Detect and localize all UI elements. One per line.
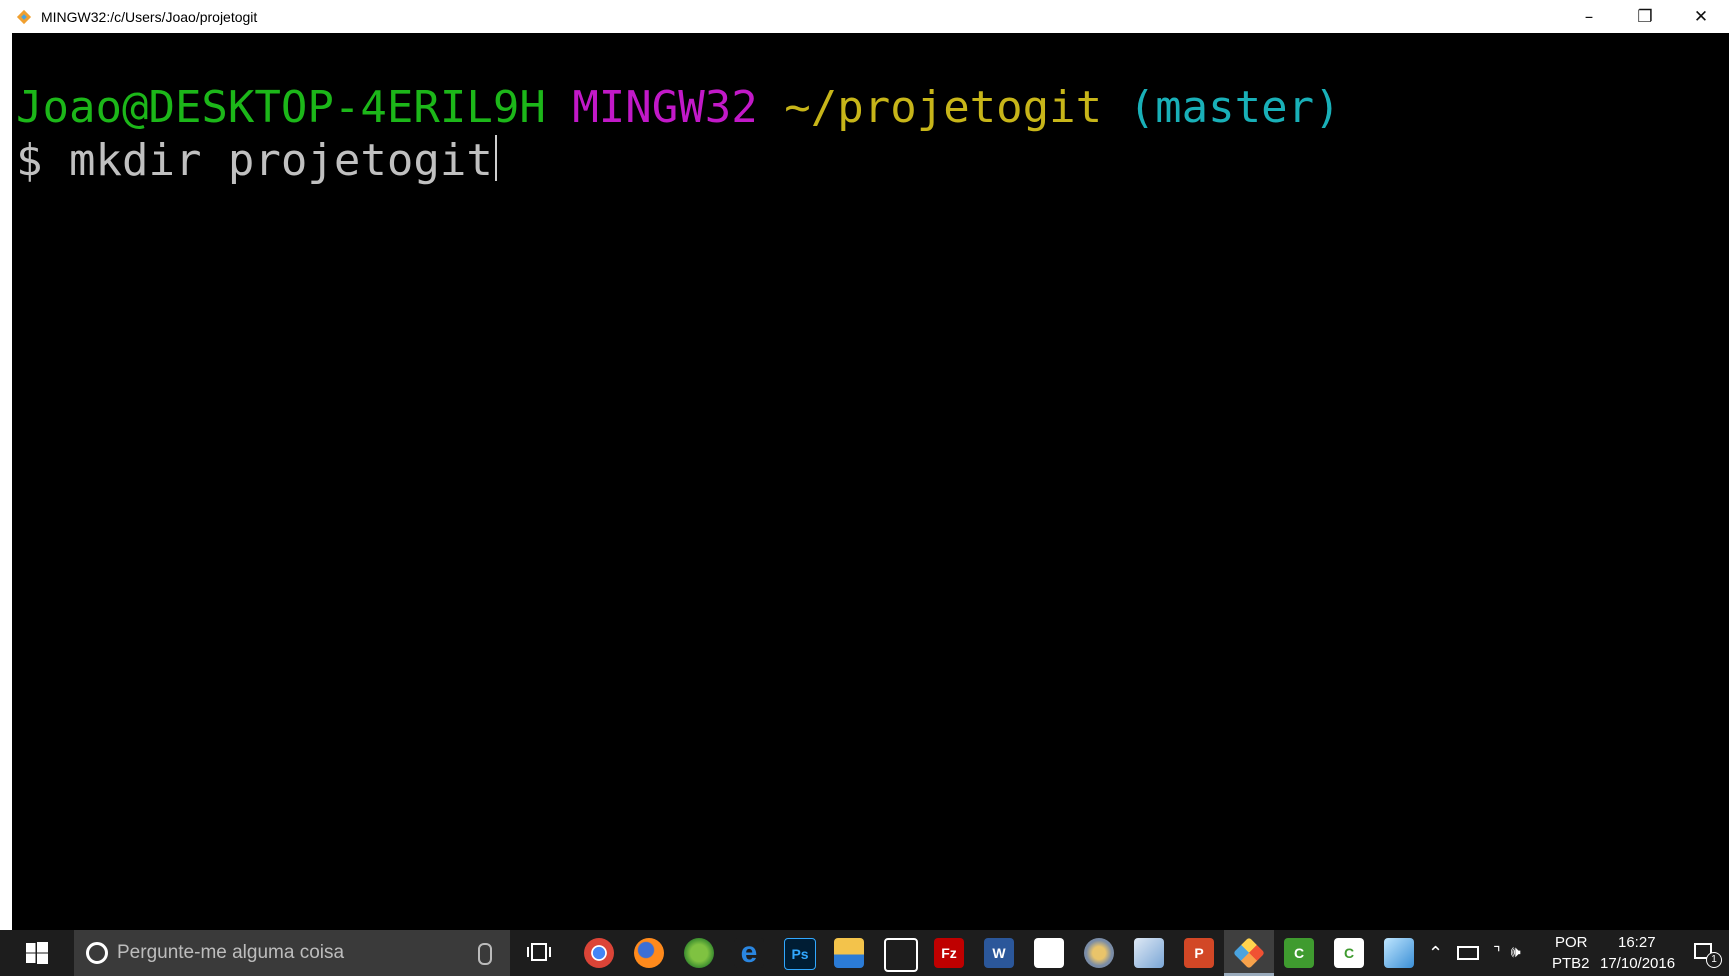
search-box[interactable]: Pergunte-me alguma coisa <box>74 930 510 976</box>
language-indicator[interactable]: POR <box>1555 934 1588 951</box>
prompt-path: ~/projetogit <box>784 82 1103 133</box>
clock-date[interactable]: 17/10/2016 <box>1600 955 1675 972</box>
battery-icon[interactable] <box>1457 946 1480 960</box>
window-title: MINGW32:/c/Users/Joao/projetogit <box>41 8 258 25</box>
firefox-icon[interactable] <box>634 938 664 968</box>
window-title-bar[interactable]: MINGW32:/c/Users/Joao/projetogit – ❐ ✕ <box>0 0 1729 33</box>
prompt-line: Joao@DESKTOP-4ERIL9H MINGW32 ~/projetogi… <box>16 81 1341 134</box>
command-text: mkdir projetogit <box>68 135 493 186</box>
task-view-icon[interactable] <box>526 941 552 963</box>
prompt-user-host: Joao@DESKTOP-4ERIL9H <box>16 82 546 133</box>
show-hidden-icons-icon[interactable]: ⌃ <box>1428 943 1443 964</box>
store-icon[interactable] <box>884 938 918 972</box>
cortana-icon[interactable] <box>86 942 108 964</box>
photoshop-icon[interactable]: Ps <box>784 938 816 970</box>
command-prefix: $ <box>16 135 69 186</box>
search-placeholder: Pergunte-me alguma coisa <box>117 942 345 963</box>
start-button[interactable] <box>0 930 74 976</box>
taskbar: Pergunte-me alguma coisa e Ps Fz W P C C ⌃ ⌝ 🕪… <box>0 930 1729 976</box>
prompt-system: MINGW32 <box>572 82 758 133</box>
git-app-icon <box>14 7 34 27</box>
globe-app-icon[interactable] <box>684 938 714 968</box>
filezilla-icon[interactable]: Fz <box>934 938 964 968</box>
minimize-button[interactable]: – <box>1561 0 1617 33</box>
box-app-icon[interactable] <box>1134 938 1164 968</box>
command-line[interactable]: $ mkdir projetogit <box>16 134 497 187</box>
microphone-icon[interactable] <box>478 943 492 965</box>
windows-logo-icon <box>26 942 48 964</box>
terminal-area[interactable]: Joao@DESKTOP-4ERIL9H MINGW32 ~/projetogi… <box>12 33 1729 930</box>
edge-icon[interactable]: e <box>734 936 764 969</box>
wifi-icon[interactable]: ⌝ <box>1493 943 1501 963</box>
keyboard-layout[interactable]: PTB2 <box>1552 955 1590 972</box>
clock-time[interactable]: 16:27 <box>1618 934 1656 951</box>
camtasia-icon[interactable]: C <box>1284 938 1314 968</box>
notification-count: 1 <box>1706 952 1722 968</box>
word-icon[interactable]: W <box>984 938 1014 968</box>
notes-app-icon[interactable] <box>1384 938 1414 968</box>
text-cursor <box>494 135 497 181</box>
powerpoint-icon[interactable]: P <box>1184 938 1214 968</box>
chrome-icon[interactable] <box>584 938 614 968</box>
restore-button[interactable]: ❐ <box>1617 0 1673 33</box>
camtasia-recorder-icon[interactable]: C <box>1334 938 1364 968</box>
file-explorer-icon[interactable] <box>834 938 864 968</box>
window-frame <box>0 33 12 930</box>
volume-icon[interactable]: 🕪 <box>1511 944 1521 962</box>
close-button[interactable]: ✕ <box>1673 0 1729 33</box>
paint-icon[interactable] <box>1084 938 1114 968</box>
prompt-branch: (master) <box>1128 82 1341 133</box>
camera-icon[interactable] <box>1034 938 1064 968</box>
